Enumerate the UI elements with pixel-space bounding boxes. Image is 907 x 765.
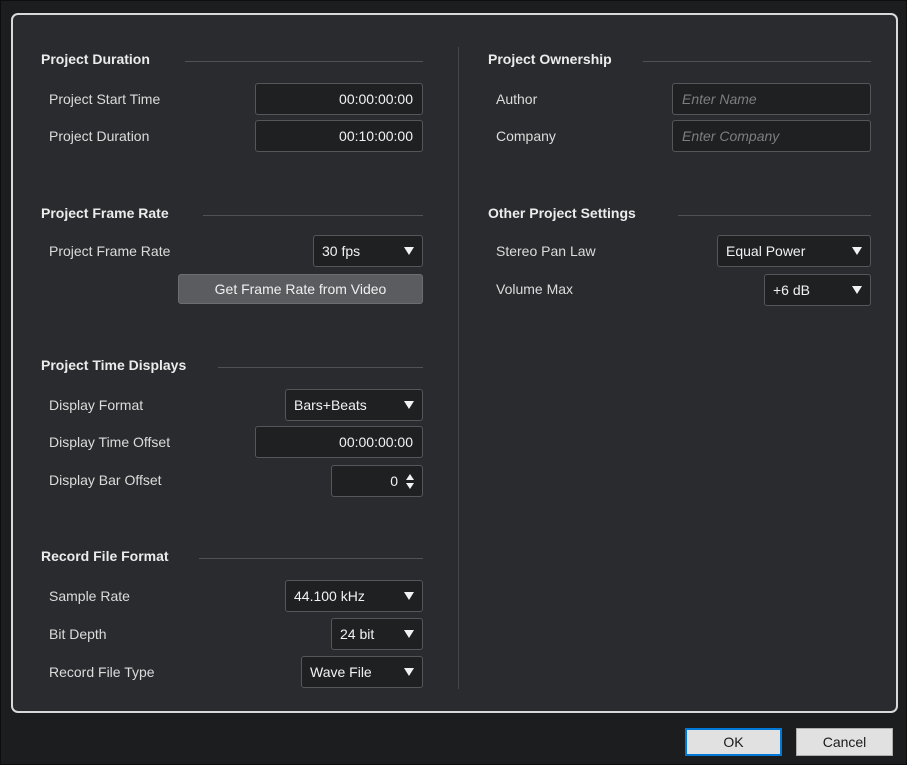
stereo-pan-law-select[interactable]: Equal Power [717, 235, 871, 267]
chevron-down-icon [404, 401, 414, 409]
project-duration-field[interactable]: 00:10:00:00 [255, 120, 423, 152]
section-title-project-duration: Project Duration [41, 51, 150, 67]
section-divider [218, 367, 423, 368]
author-field[interactable]: Enter Name [672, 83, 871, 115]
sample-rate-select[interactable]: 44.100 kHz [285, 580, 423, 612]
stepper-up-icon[interactable] [406, 474, 414, 480]
ok-button[interactable]: OK [685, 728, 782, 756]
stepper-down-icon[interactable] [406, 483, 414, 489]
settings-panel: Project Duration Project Start Time 00:0… [11, 13, 898, 713]
project-start-time-field[interactable]: 00:00:00:00 [255, 83, 423, 115]
get-frame-rate-from-video-button[interactable]: Get Frame Rate from Video [178, 274, 423, 304]
bit-depth-value: 24 bit [340, 626, 375, 642]
section-title-record-file-format: Record File Format [41, 548, 169, 564]
chevron-down-icon [404, 592, 414, 600]
chevron-down-icon [404, 668, 414, 676]
section-title-project-frame-rate: Project Frame Rate [41, 205, 169, 221]
project-frame-rate-value: 30 fps [322, 243, 361, 259]
column-divider [458, 47, 459, 689]
section-title-project-ownership: Project Ownership [488, 51, 612, 67]
volume-max-value: +6 dB [773, 282, 810, 298]
stereo-pan-law-label: Stereo Pan Law [496, 243, 596, 259]
project-setup-dialog: Project Duration Project Start Time 00:0… [0, 0, 907, 765]
record-file-type-label: Record File Type [49, 664, 155, 680]
section-title-project-time-displays: Project Time Displays [41, 357, 187, 373]
project-frame-rate-select[interactable]: 30 fps [313, 235, 423, 267]
display-bar-offset-label: Display Bar Offset [49, 472, 162, 488]
chevron-down-icon [852, 286, 862, 294]
bit-depth-label: Bit Depth [49, 626, 107, 642]
sample-rate-label: Sample Rate [49, 588, 130, 604]
author-label: Author [496, 91, 538, 107]
record-file-type-select[interactable]: Wave File [301, 656, 423, 688]
section-divider [643, 61, 871, 62]
section-divider [203, 215, 423, 216]
company-field[interactable]: Enter Company [672, 120, 871, 152]
cancel-button[interactable]: Cancel [796, 728, 893, 756]
bit-depth-select[interactable]: 24 bit [331, 618, 423, 650]
sample-rate-value: 44.100 kHz [294, 588, 365, 604]
display-time-offset-label: Display Time Offset [49, 434, 171, 450]
volume-max-select[interactable]: +6 dB [764, 274, 871, 306]
section-divider [678, 215, 871, 216]
company-label: Company [496, 128, 556, 144]
display-format-label: Display Format [49, 397, 144, 413]
section-divider [185, 61, 423, 62]
display-bar-offset-stepper[interactable]: 0 [331, 465, 423, 497]
display-format-select[interactable]: Bars+Beats [285, 389, 423, 421]
display-bar-offset-value: 0 [390, 473, 398, 489]
chevron-down-icon [404, 247, 414, 255]
display-time-offset-field[interactable]: 00:00:00:00 [255, 426, 423, 458]
section-divider [199, 558, 423, 559]
volume-max-label: Volume Max [496, 281, 574, 297]
display-format-value: Bars+Beats [294, 397, 367, 413]
chevron-down-icon [852, 247, 862, 255]
project-start-time-label: Project Start Time [49, 91, 161, 107]
project-duration-label: Project Duration [49, 128, 150, 144]
record-file-type-value: Wave File [310, 664, 372, 680]
project-frame-rate-label: Project Frame Rate [49, 243, 171, 259]
stereo-pan-law-value: Equal Power [726, 243, 806, 259]
chevron-down-icon [404, 630, 414, 638]
section-title-other-project-settings: Other Project Settings [488, 205, 636, 221]
